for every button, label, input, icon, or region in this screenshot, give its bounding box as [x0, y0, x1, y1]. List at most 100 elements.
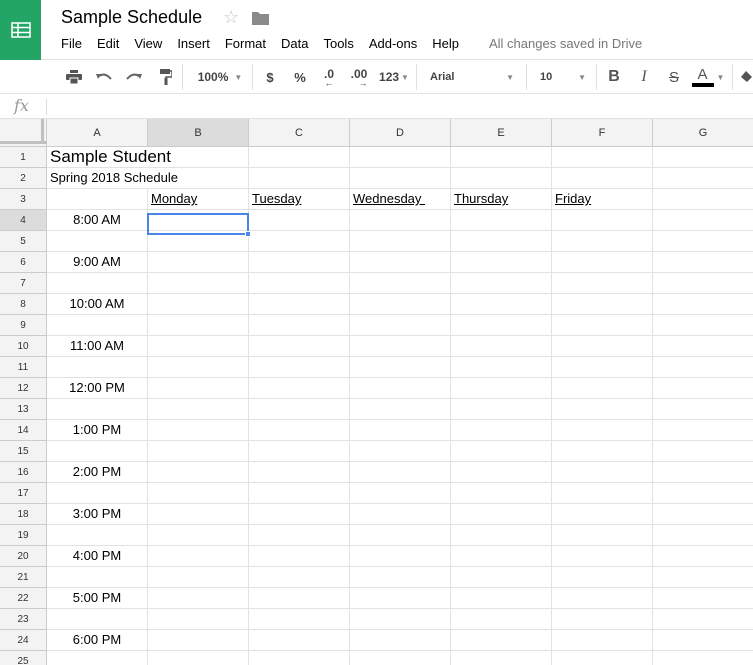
- cell-c6[interactable]: [249, 252, 350, 273]
- cell-g2[interactable]: [653, 168, 753, 189]
- cell-e12[interactable]: [451, 378, 552, 399]
- cell-f15[interactable]: [552, 441, 653, 462]
- cell-f18[interactable]: [552, 504, 653, 525]
- row-header-13[interactable]: 13: [0, 399, 47, 420]
- cell-d7[interactable]: [350, 273, 451, 294]
- row-header-4[interactable]: 4: [0, 210, 47, 231]
- cell-d12[interactable]: [350, 378, 451, 399]
- italic-button[interactable]: I: [634, 60, 654, 94]
- cell-d23[interactable]: [350, 609, 451, 630]
- cell-g22[interactable]: [653, 588, 753, 609]
- cell-e5[interactable]: [451, 231, 552, 252]
- cell-b24[interactable]: [148, 630, 249, 651]
- row-header-19[interactable]: 19: [0, 525, 47, 546]
- cell-g16[interactable]: [653, 462, 753, 483]
- row-header-16[interactable]: 16: [0, 462, 47, 483]
- cell-c12[interactable]: [249, 378, 350, 399]
- cell-e1[interactable]: [451, 147, 552, 168]
- fill-color-button[interactable]: [738, 60, 753, 94]
- cell-a24[interactable]: 6:00 PM: [47, 630, 148, 651]
- cell-b4[interactable]: [148, 210, 249, 231]
- cell-e4[interactable]: [451, 210, 552, 231]
- cell-a19[interactable]: [47, 525, 148, 546]
- cell-e2[interactable]: [451, 168, 552, 189]
- cell-b3[interactable]: Monday: [148, 189, 249, 210]
- cell-a16[interactable]: 2:00 PM: [47, 462, 148, 483]
- cell-f24[interactable]: [552, 630, 653, 651]
- cell-e19[interactable]: [451, 525, 552, 546]
- cell-f23[interactable]: [552, 609, 653, 630]
- cell-a18[interactable]: 3:00 PM: [47, 504, 148, 525]
- column-header-g[interactable]: G: [653, 119, 753, 147]
- cell-b5[interactable]: [148, 231, 249, 252]
- cell-f17[interactable]: [552, 483, 653, 504]
- cell-f1[interactable]: [552, 147, 653, 168]
- cell-e7[interactable]: [451, 273, 552, 294]
- cell-f21[interactable]: [552, 567, 653, 588]
- print-button[interactable]: [62, 60, 86, 94]
- cell-a15[interactable]: [47, 441, 148, 462]
- cell-c11[interactable]: [249, 357, 350, 378]
- cell-g1[interactable]: [653, 147, 753, 168]
- cell-g19[interactable]: [653, 525, 753, 546]
- sheets-logo-icon[interactable]: [0, 0, 41, 60]
- cell-d9[interactable]: [350, 315, 451, 336]
- cell-c14[interactable]: [249, 420, 350, 441]
- row-header-9[interactable]: 9: [0, 315, 47, 336]
- fill-handle[interactable]: [245, 231, 251, 237]
- cell-c19[interactable]: [249, 525, 350, 546]
- font-family-select[interactable]: Arial ▼: [426, 60, 518, 94]
- cell-g21[interactable]: [653, 567, 753, 588]
- cell-g6[interactable]: [653, 252, 753, 273]
- cell-f22[interactable]: [552, 588, 653, 609]
- cell-f6[interactable]: [552, 252, 653, 273]
- cell-f8[interactable]: [552, 294, 653, 315]
- cell-e20[interactable]: [451, 546, 552, 567]
- cell-b7[interactable]: [148, 273, 249, 294]
- cell-g12[interactable]: [653, 378, 753, 399]
- cell-c8[interactable]: [249, 294, 350, 315]
- cell-b19[interactable]: [148, 525, 249, 546]
- cell-d1[interactable]: [350, 147, 451, 168]
- cell-a13[interactable]: [47, 399, 148, 420]
- cell-c4[interactable]: [249, 210, 350, 231]
- cell-f13[interactable]: [552, 399, 653, 420]
- row-header-24[interactable]: 24: [0, 630, 47, 651]
- cell-e3[interactable]: Thursday: [451, 189, 552, 210]
- cell-c22[interactable]: [249, 588, 350, 609]
- row-header-21[interactable]: 21: [0, 567, 47, 588]
- cell-d20[interactable]: [350, 546, 451, 567]
- cell-f16[interactable]: [552, 462, 653, 483]
- cell-e15[interactable]: [451, 441, 552, 462]
- row-header-22[interactable]: 22: [0, 588, 47, 609]
- cell-g13[interactable]: [653, 399, 753, 420]
- column-header-b[interactable]: B: [148, 119, 249, 147]
- cell-e10[interactable]: [451, 336, 552, 357]
- cell-e23[interactable]: [451, 609, 552, 630]
- cell-f5[interactable]: [552, 231, 653, 252]
- cell-e24[interactable]: [451, 630, 552, 651]
- cell-a1[interactable]: Sample Student: [47, 147, 171, 168]
- cell-g7[interactable]: [653, 273, 753, 294]
- row-header-8[interactable]: 8: [0, 294, 47, 315]
- cell-a9[interactable]: [47, 315, 148, 336]
- cell-a8[interactable]: 10:00 AM: [47, 294, 148, 315]
- row-header-2[interactable]: 2: [0, 168, 47, 189]
- cell-a21[interactable]: [47, 567, 148, 588]
- menu-edit[interactable]: Edit: [97, 36, 119, 51]
- cell-f3[interactable]: Friday: [552, 189, 653, 210]
- cell-a23[interactable]: [47, 609, 148, 630]
- cell-a2[interactable]: Spring 2018 Schedule: [47, 168, 178, 189]
- cell-f25[interactable]: [552, 651, 653, 665]
- cell-d13[interactable]: [350, 399, 451, 420]
- cell-b21[interactable]: [148, 567, 249, 588]
- cell-c21[interactable]: [249, 567, 350, 588]
- cell-g15[interactable]: [653, 441, 753, 462]
- row-header-11[interactable]: 11: [0, 357, 47, 378]
- cell-e11[interactable]: [451, 357, 552, 378]
- cell-a22[interactable]: 5:00 PM: [47, 588, 148, 609]
- menu-tools[interactable]: Tools: [323, 36, 353, 51]
- cell-a3[interactable]: [47, 189, 148, 210]
- cell-c2[interactable]: [249, 168, 350, 189]
- cell-b6[interactable]: [148, 252, 249, 273]
